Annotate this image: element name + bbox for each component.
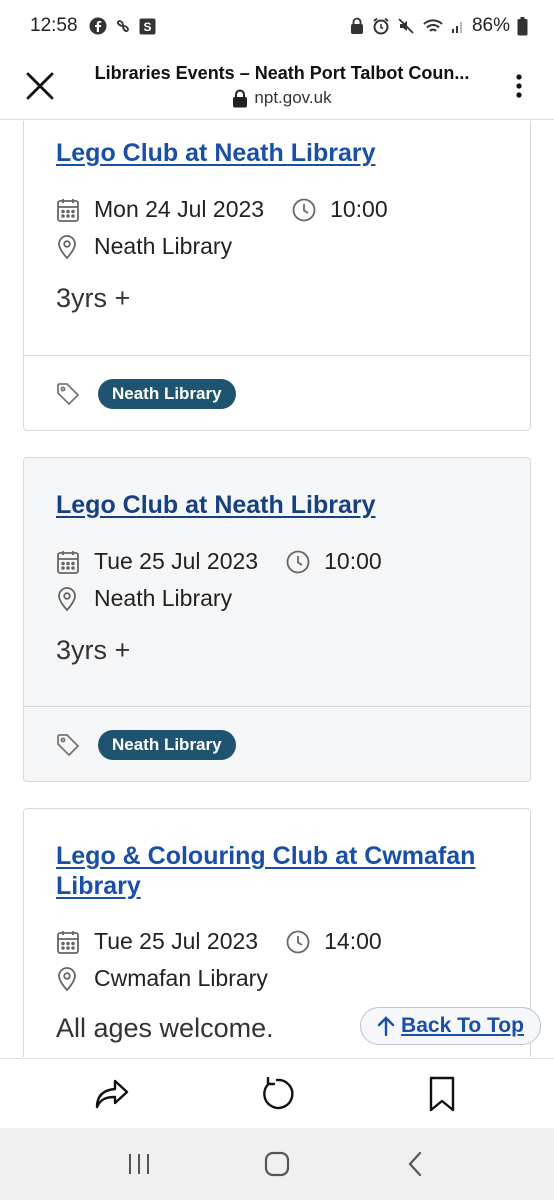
event-title-line: Library [56, 872, 141, 900]
event-title-line: Lego & Colouring Club at Cwmafan [56, 842, 476, 870]
reload-icon [263, 1076, 294, 1109]
svg-text:S: S [143, 20, 151, 34]
status-time: 12:58 [30, 15, 78, 36]
back-button[interactable] [385, 1139, 445, 1189]
page-url-row: npt.gov.uk [232, 88, 332, 108]
system-nav-bar [0, 1128, 554, 1200]
back-to-top-label: Back To Top [401, 1014, 524, 1037]
event-card: Lego Club at Neath Library Tue 25 Jul 20… [23, 457, 531, 782]
home-button[interactable] [247, 1139, 307, 1189]
clock-icon [286, 930, 318, 954]
clock-icon [292, 198, 324, 222]
event-title-link[interactable]: Lego & Colouring Club at Cwmafan Library [56, 841, 498, 901]
event-date-time-row: Tue 25 Jul 2023 14:00 [56, 923, 498, 960]
event-list: Lego Club at Neath Library Mon 24 Jul 20… [0, 121, 554, 1057]
event-location: Neath Library [94, 233, 233, 259]
bookmark-button[interactable] [412, 1064, 472, 1124]
clock-icon [286, 550, 318, 574]
event-description: 3yrs + [56, 283, 131, 313]
back-icon [408, 1151, 422, 1177]
event-card: Lego Club at Neath Library Mon 24 Jul 20… [23, 121, 531, 431]
mute-icon [397, 17, 415, 35]
alarm-icon [372, 17, 390, 35]
wifi-icon [422, 17, 444, 35]
browser-bottom-bar [0, 1058, 554, 1128]
event-location-row: Neath Library [56, 228, 498, 265]
close-tab-button[interactable] [0, 52, 80, 120]
event-date-time-row: Tue 25 Jul 2023 10:00 [56, 543, 498, 580]
lock-status-icon [349, 17, 365, 35]
calendar-icon [56, 929, 88, 955]
event-location: Neath Library [94, 585, 233, 611]
status-bar: 12:58 S 86% [0, 0, 554, 52]
calendar-icon [56, 197, 88, 223]
recent-apps-icon [129, 1154, 149, 1174]
page-title: Libraries Events – Neath Port Talbot Cou… [94, 63, 470, 83]
event-title-link[interactable]: Lego Club at Neath Library [56, 490, 498, 520]
bookmark-icon [429, 1076, 454, 1111]
tag-icon [56, 382, 82, 406]
share-icon [96, 1079, 129, 1108]
tag-icon [56, 733, 82, 757]
event-location-row: Neath Library [56, 580, 498, 617]
event-date: Tue 25 Jul 2023 [94, 928, 259, 954]
calendar-icon [56, 549, 88, 575]
recent-apps-button[interactable] [109, 1139, 169, 1189]
page-info[interactable]: Libraries Events – Neath Port Talbot Cou… [80, 63, 484, 108]
share-button[interactable] [82, 1064, 142, 1124]
tag-badge[interactable]: Neath Library [98, 378, 236, 409]
battery-percent: 86% [471, 15, 510, 36]
event-date: Tue 25 Jul 2023 [94, 548, 259, 574]
signal-icon [451, 18, 465, 34]
padlock-icon [233, 89, 248, 107]
event-description: 3yrs + [56, 635, 131, 665]
page-url: npt.gov.uk [254, 88, 332, 107]
location-pin-icon [56, 966, 88, 992]
close-icon [26, 72, 54, 99]
event-location-row: Cwmafan Library [56, 960, 498, 997]
event-time: 14:00 [324, 928, 382, 954]
home-icon [264, 1151, 290, 1177]
event-tags: Neath Library [24, 706, 530, 782]
event-time: 10:00 [330, 196, 388, 222]
event-time: 10:00 [324, 548, 382, 574]
reload-button[interactable] [247, 1064, 307, 1124]
event-tags: Neath Library [24, 355, 530, 431]
tag-badge[interactable]: Neath Library [98, 729, 236, 760]
browser-toolbar: Libraries Events – Neath Port Talbot Cou… [0, 52, 554, 120]
event-location: Cwmafan Library [94, 965, 268, 991]
more-options-button[interactable] [484, 52, 554, 120]
facebook-icon [89, 17, 107, 35]
pinwheel-icon [114, 17, 132, 35]
event-title-link[interactable]: Lego Club at Neath Library [56, 138, 498, 168]
battery-icon [517, 16, 528, 36]
more-vert-icon [516, 73, 522, 98]
location-pin-icon [56, 234, 88, 260]
event-date: Mon 24 Jul 2023 [94, 196, 265, 222]
location-pin-icon [56, 586, 88, 612]
event-date-time-row: Mon 24 Jul 2023 10:00 [56, 191, 498, 228]
s-app-icon: S [139, 18, 156, 35]
back-to-top-button[interactable]: Back To Top [360, 1007, 541, 1045]
arrow-up-icon [377, 1016, 395, 1036]
